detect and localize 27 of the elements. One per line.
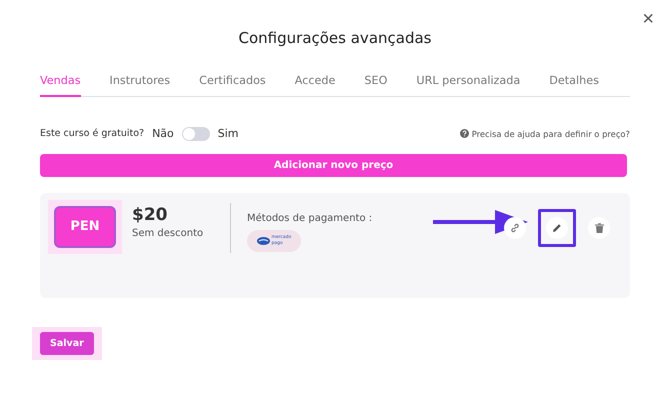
pencil-icon	[552, 222, 562, 232]
tab[interactable]: Accede	[294, 70, 336, 97]
tab[interactable]: Detalhes	[549, 70, 599, 97]
tab[interactable]: SEO	[364, 70, 388, 97]
price-amount: $20	[132, 204, 168, 224]
link-icon	[510, 222, 520, 232]
add-price-button[interactable]: Adicionar novo preço	[40, 154, 627, 176]
yes-label: Sim	[218, 127, 239, 140]
tab[interactable]: Vendas	[40, 70, 81, 97]
trash-icon	[594, 222, 604, 232]
tab[interactable]: URL personalizada	[416, 70, 520, 97]
free-course-toggle[interactable]	[182, 126, 210, 140]
link-button[interactable]	[504, 216, 526, 238]
free-course-label: Este curso é gratuito?	[40, 128, 144, 139]
save-button[interactable]: Salvar	[40, 332, 94, 354]
edit-button[interactable]	[546, 216, 568, 238]
help-icon	[460, 129, 469, 138]
tab[interactable]: Instrutores	[110, 70, 170, 97]
discount-label: Sem desconto	[132, 228, 204, 238]
delete-button[interactable]	[588, 216, 610, 238]
tab[interactable]: Certificados	[199, 70, 266, 97]
currency-badge: PEN	[54, 206, 116, 248]
payment-methods-label: Métodos de pagamento :	[247, 212, 374, 224]
no-label: Não	[152, 127, 174, 140]
help-link[interactable]: Precisa de ajuda para definir o preço?	[460, 128, 630, 138]
dialog-title: Configurações avançadas	[238, 28, 432, 48]
close-button[interactable]: ×	[638, 8, 658, 30]
